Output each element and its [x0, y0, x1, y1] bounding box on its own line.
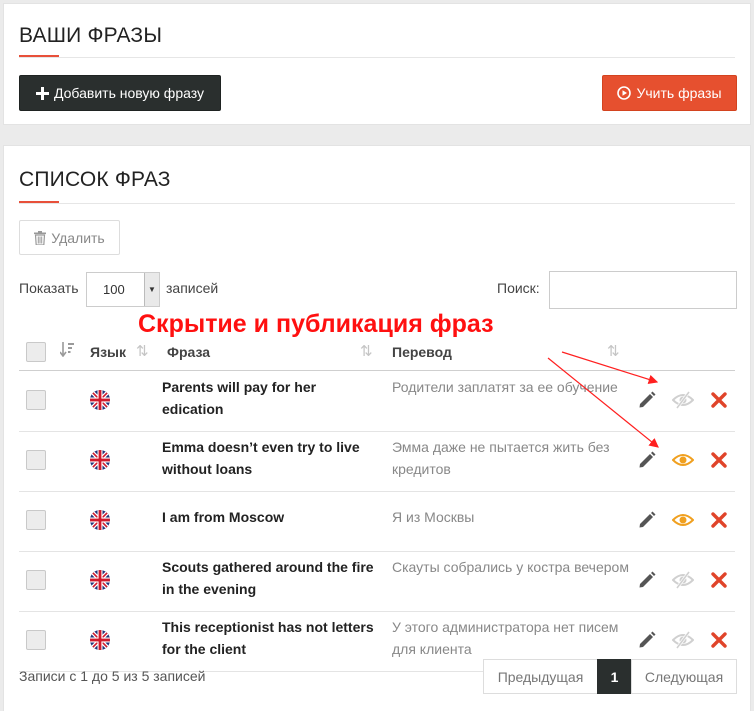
translation-text: Я из Москвы: [392, 509, 475, 525]
show-label: Показать: [19, 280, 79, 296]
uk-flag-icon: [90, 630, 110, 650]
title-divider: [19, 57, 735, 58]
phrase-text: Parents will pay for her edication: [162, 379, 317, 417]
translation-text: Скауты собрались у костра вечером: [392, 559, 629, 575]
delete-label: Удалить: [51, 229, 105, 246]
trash-icon: [34, 230, 47, 245]
translation-text: У этого администратора нет писем для кли…: [392, 619, 619, 657]
eye-slash-icon[interactable]: [672, 389, 694, 411]
sort-arrows-icon[interactable]: ⇅: [136, 342, 148, 360]
uk-flag-icon: [90, 570, 110, 590]
list-title-divider: [19, 203, 735, 204]
phrase-text: Scouts gathered around the fire in the e…: [162, 559, 374, 597]
phrase-text: Emma doesn’t even try to live without lo…: [162, 439, 360, 477]
learn-phrases-label: Учить фразы: [636, 85, 722, 101]
page-size-select[interactable]: 100 ▼: [86, 272, 160, 307]
phrase-text: This receptionist has not letters for th…: [162, 619, 374, 657]
dropdown-arrow-icon[interactable]: ▼: [144, 273, 159, 306]
header-divider: [19, 370, 735, 371]
search-input[interactable]: [549, 271, 737, 309]
column-header-translation[interactable]: Перевод: [392, 334, 452, 370]
records-label: записей: [166, 280, 219, 296]
close-icon[interactable]: [708, 449, 730, 471]
play-circle-icon: [617, 86, 632, 100]
column-header-lang[interactable]: Язык: [90, 334, 126, 370]
phrase-text: I am from Moscow: [162, 509, 285, 525]
pagination-prev[interactable]: Предыдущая: [483, 659, 598, 694]
add-phrase-button[interactable]: Добавить новую фразу: [19, 75, 221, 111]
row-divider: [19, 611, 735, 612]
row-divider: [19, 431, 735, 432]
learn-phrases-button[interactable]: Учить фразы: [602, 75, 737, 111]
sort-arrows-icon[interactable]: ⇅: [360, 342, 372, 360]
row-checkbox[interactable]: [26, 570, 46, 590]
pencil-icon[interactable]: [636, 629, 658, 651]
sort-arrows-icon[interactable]: ⇅: [607, 342, 619, 360]
eye-slash-icon[interactable]: [672, 569, 694, 591]
phrases-list-panel: СПИСОК ФРАЗ Удалить Показать 100 ▼ запис…: [3, 145, 751, 711]
eye-slash-icon[interactable]: [672, 629, 694, 651]
close-icon[interactable]: [708, 509, 730, 531]
uk-flag-icon: [90, 510, 110, 530]
pencil-icon[interactable]: [636, 389, 658, 411]
table-info: Записи с 1 до 5 из 5 записей: [19, 668, 206, 684]
row-checkbox[interactable]: [26, 510, 46, 530]
pagination-page-1[interactable]: 1: [597, 659, 632, 694]
delete-button[interactable]: Удалить: [19, 220, 120, 255]
page-size-value: 100: [103, 282, 125, 297]
plus-icon: [36, 86, 49, 100]
pagination-next[interactable]: Следующая: [631, 659, 737, 694]
row-divider: [19, 551, 735, 552]
translation-text: Родители заплатят за ее обучение: [392, 379, 618, 395]
search-label: Поиск:: [497, 280, 540, 296]
close-icon[interactable]: [708, 389, 730, 411]
eye-icon[interactable]: [672, 509, 694, 531]
select-all-checkbox[interactable]: [26, 342, 46, 362]
uk-flag-icon: [90, 450, 110, 470]
close-icon[interactable]: [708, 569, 730, 591]
uk-flag-icon: [90, 390, 110, 410]
column-header-phrase[interactable]: Фраза: [167, 334, 210, 370]
pencil-icon[interactable]: [636, 509, 658, 531]
sort-icon[interactable]: [59, 342, 74, 361]
row-checkbox[interactable]: [26, 630, 46, 650]
translation-text: Эмма даже не пытается жить без кредитов: [392, 439, 610, 477]
phrases-header-panel: ВАШИ ФРАЗЫ Добавить новую фразу Учить фр…: [3, 3, 751, 125]
list-title: СПИСОК ФРАЗ: [19, 168, 171, 191]
pencil-icon[interactable]: [636, 449, 658, 471]
row-divider: [19, 491, 735, 492]
row-checkbox[interactable]: [26, 450, 46, 470]
eye-icon[interactable]: [672, 449, 694, 471]
page-title: ВАШИ ФРАЗЫ: [19, 24, 163, 47]
pencil-icon[interactable]: [636, 569, 658, 591]
close-icon[interactable]: [708, 629, 730, 651]
add-phrase-label: Добавить новую фразу: [54, 85, 204, 101]
row-checkbox[interactable]: [26, 390, 46, 410]
